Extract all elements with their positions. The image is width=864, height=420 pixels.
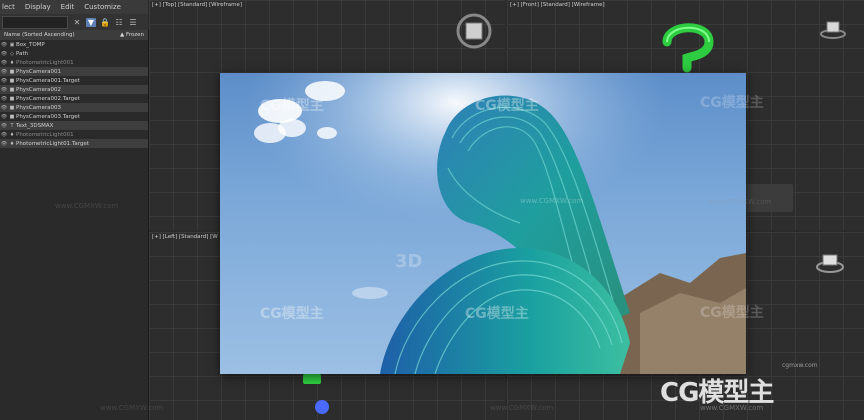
list-item[interactable]: 👁 ■ PhysCamera001.Target [0,76,148,85]
scene-explorer: Name (Sorted Ascending) ▲ Frozen 👁 ▣ Box_T… [0,30,149,420]
list-item-label: PhotometricLight001 [16,59,74,66]
watermark-logo: CG模型主 [700,305,764,321]
eye-icon[interactable]: 👁 [0,42,8,48]
eye-icon[interactable]: 👁 [0,51,8,57]
eye-icon[interactable]: 👁 [0,69,8,75]
light-icon: ♦ [9,59,15,66]
watermark-logo: CG模型主 [700,95,764,111]
watermark-faint: 3D [395,251,423,272]
menu-item-edit[interactable]: Edit [61,3,75,11]
list-item-label: PhysCamera003 [16,104,62,111]
watermark-logo: CG模型主 [475,98,539,114]
list-item-label: PhotometricLight01.Target [16,140,89,147]
menu-item-display[interactable]: Display [25,3,51,11]
list-item-label: PhysCamera003.Target [16,113,80,120]
light-icon: ♦ [9,140,15,147]
list-item-label: Text_3DSMAX [16,122,54,129]
list-item[interactable]: 👁 ■ PhysCamera003.Target [0,112,148,121]
search-input[interactable] [2,15,68,29]
eye-icon[interactable]: 👁 [0,123,8,129]
camera-icon: ■ [9,77,15,84]
eye-icon[interactable]: 👁 [0,105,8,111]
eye-icon[interactable]: 👁 [0,78,8,84]
list-item[interactable]: 👁 ◇ Path [0,49,148,58]
watermark-url: www.CGMXW.com [100,404,164,412]
green-object [303,374,321,384]
lock-icon[interactable]: 🔒 [100,18,110,27]
explorer-toolbar: ✕ ▼ 🔒 ☷ ☰ [0,14,148,30]
viewport-label[interactable]: [+] [Top] [Standard] [Wireframe] [152,2,242,8]
list-item[interactable]: 👁 ▣ Box_TOMP [0,40,148,49]
camera-icon: ■ [9,86,15,93]
eye-icon[interactable]: 👁 [0,141,8,147]
list-item-label: PhysCamera001 [16,68,62,75]
layer-icon[interactable]: ☰ [128,18,138,27]
camera-gizmo-icon [315,400,329,414]
watermark-logo: CG模型主 [465,306,529,322]
close-icon[interactable]: ✕ [72,18,82,27]
shape-icon: ◇ [10,50,14,57]
camera-icon: ■ [9,113,15,120]
watermark-logo: CG模型主 [260,98,324,114]
list-item[interactable]: 👁 ♦ PhotometricLight01.Target [0,139,148,148]
watermark-logo: CG模型主 [260,306,324,322]
viewcube-icon[interactable] [455,12,493,50]
light-icon: ♦ [9,131,15,138]
list-item[interactable]: 👁 ■ PhysCamera003 [0,103,148,112]
list-item[interactable]: 👁 ♦ PhotometricLight001 [0,58,148,67]
menu-bar: lect Display Edit Customize [0,0,148,14]
list-item[interactable]: 👁 ■ PhysCamera001 [0,67,148,76]
box-icon: ▣ [9,41,15,48]
list-item-label: PhotometricLight001 [16,131,74,138]
list-item-label: Box_TOMP [16,41,45,48]
column-name[interactable]: Name (Sorted Ascending) [4,32,75,38]
hierarchy-icon[interactable]: ☷ [114,18,124,27]
list-item[interactable]: 👁 T Text_3DSMAX [0,121,148,130]
list-item-label: PhysCamera001.Target [16,77,80,84]
viewcube-icon[interactable] [819,18,847,40]
list-item[interactable]: 👁 ♦ PhotometricLight001 [0,130,148,139]
column-frozen[interactable]: ▲ Frozen [120,32,144,38]
menu-item-customize[interactable]: Customize [84,3,121,11]
green-text-object [662,23,714,73]
camera-icon: ■ [9,68,15,75]
viewcube-icon[interactable] [815,250,845,274]
eye-icon[interactable]: 👁 [0,96,8,102]
menu-item-select[interactable]: lect [2,3,15,11]
watermark-url: www.CGMXW.com [55,202,119,210]
render-preview-image: CG模型主 CG模型主 www.CGMXW.com CG模型主 CG模型主 3D [220,73,746,374]
viewport-label[interactable]: [+] [Front] [Standard] [Wireframe] [510,2,605,8]
list-item-label: PhysCamera002.Target [16,95,80,102]
list-item[interactable]: 👁 ■ PhysCamera002 [0,85,148,94]
eye-icon[interactable]: 👁 [0,60,8,66]
filter-icon[interactable]: ▼ [86,17,96,27]
render-image [220,73,746,374]
watermark-url: www.CGMXW.com [520,197,584,205]
eye-icon[interactable]: 👁 [0,114,8,120]
text-icon: T [10,122,14,129]
eye-icon[interactable]: 👁 [0,87,8,93]
viewport-label[interactable]: [+] [Left] [Standard] [W [152,234,218,240]
camera-icon: ■ [9,95,15,102]
explorer-column-header[interactable]: Name (Sorted Ascending) ▲ Frozen [0,30,148,40]
list-item[interactable]: 👁 ■ PhysCamera002.Target [0,94,148,103]
list-item-label: PhysCamera002 [16,86,62,93]
watermark-url: www.CGMXW.com [490,404,554,412]
camera-icon: ■ [9,104,15,111]
eye-icon[interactable]: 👁 [0,132,8,138]
watermark-url-small: cgmxw.com [782,362,818,369]
list-item-label: Path [16,50,29,57]
watermark-url: www.CGMXW.com [700,404,764,412]
watermark-url: www.CGMXW.com [708,198,772,206]
